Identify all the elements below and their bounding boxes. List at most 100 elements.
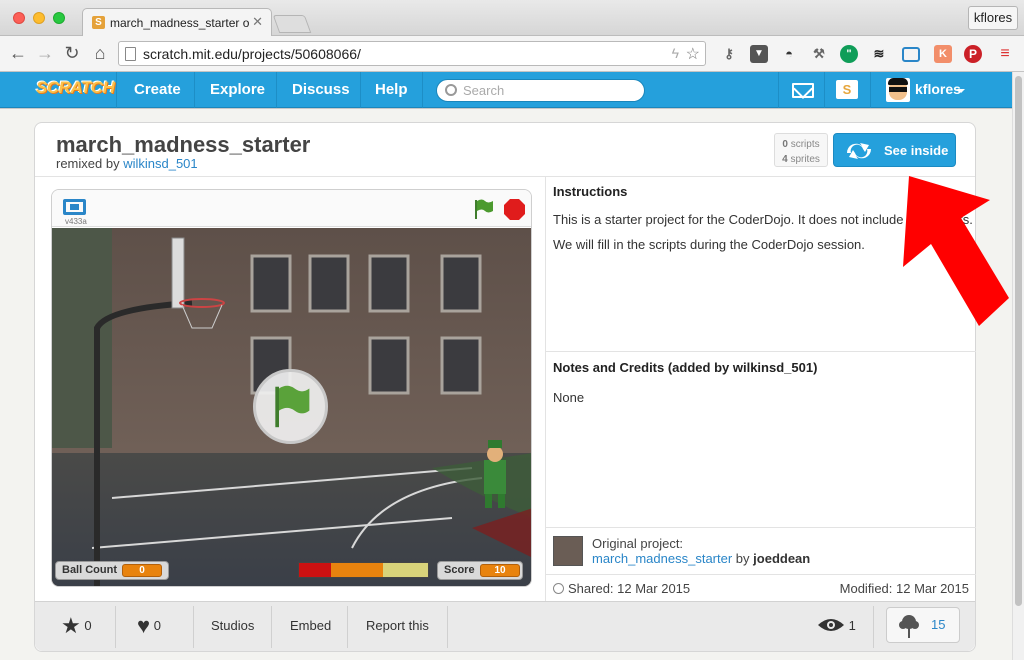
star-icon: ★: [61, 613, 81, 638]
see-inside-icon: [846, 143, 872, 159]
nav-help[interactable]: Help: [375, 81, 408, 98]
remix-count: 15: [931, 617, 946, 632]
stop-icon[interactable]: [504, 199, 525, 220]
avatar-hair: [888, 78, 908, 85]
stage-player: v433a Ball Count 0 Score 10: [51, 189, 532, 587]
shared-date-text: Shared: 12 Mar 2015: [568, 581, 691, 596]
embed-button[interactable]: Embed: [290, 602, 331, 652]
scroll-thumb[interactable]: [1015, 76, 1022, 606]
nav-divider: [116, 72, 117, 108]
love-button[interactable]: ♥ 0: [137, 602, 197, 652]
action-divider: [193, 606, 194, 648]
avatar[interactable]: [886, 78, 910, 102]
favorite-count: 0: [84, 618, 92, 633]
views-count: 1: [848, 618, 856, 633]
section-divider: [546, 574, 976, 575]
wrench-icon[interactable]: ⚒: [810, 45, 828, 63]
new-tab-button[interactable]: [272, 15, 312, 33]
notes-title: Notes and Credits (added by wilkinsd_501…: [553, 360, 818, 375]
nav-divider: [194, 72, 195, 108]
back-arrow-icon[interactable]: ←: [8, 43, 28, 63]
remixer-link[interactable]: wilkinsd_501: [123, 156, 197, 171]
browser-profile-button[interactable]: kflores: [968, 6, 1018, 30]
favorite-button[interactable]: ★ 0: [61, 602, 121, 652]
score-value: 10: [480, 564, 520, 577]
klout-icon[interactable]: K: [934, 45, 952, 63]
nav-create[interactable]: Create: [134, 81, 181, 98]
window-close-button[interactable]: [13, 12, 25, 24]
tab-close-icon[interactable]: ✕: [252, 14, 263, 30]
nav-discuss[interactable]: Discuss: [292, 81, 350, 98]
ball-count-monitor: Ball Count 0: [55, 561, 169, 580]
tab-title: march_madness_starter on: [110, 16, 250, 30]
mask-icon[interactable]: ◓: [780, 45, 798, 63]
browser-tab[interactable]: S march_madness_starter on ✕: [82, 8, 272, 36]
user-menu-caret-icon[interactable]: [957, 89, 965, 93]
browser-toolbar: ← → ↻ ⌂ scratch.mit.edu/projects/5060806…: [0, 36, 1024, 72]
nav-divider: [824, 72, 825, 108]
username[interactable]: kflores: [915, 81, 961, 97]
green-flag-icon[interactable]: [472, 198, 494, 220]
sprites-count: 4: [782, 154, 788, 165]
remix-tree-icon: [899, 615, 919, 638]
page-scrollbar[interactable]: [1012, 72, 1024, 660]
original-project-label: Original project:: [592, 536, 684, 551]
pinterest-icon[interactable]: P: [964, 45, 982, 63]
shared-date: Shared: 12 Mar 2015: [553, 581, 690, 596]
report-button[interactable]: Report this: [366, 602, 429, 652]
remix-tree-button[interactable]: 15: [886, 607, 960, 643]
original-project-line: march_madness_starter by joeddean: [592, 551, 810, 566]
nav-divider: [276, 72, 277, 108]
meter-segment-red: [299, 563, 332, 577]
window-minimize-button[interactable]: [33, 12, 45, 24]
key-icon[interactable]: ⚷: [720, 45, 738, 63]
original-author-link[interactable]: joeddean: [753, 551, 810, 566]
my-stuff-icon[interactable]: S: [836, 80, 858, 99]
see-inside-label: See inside: [884, 143, 949, 158]
fullscreen-icon[interactable]: [63, 199, 86, 215]
home-icon[interactable]: ⌂: [90, 43, 110, 63]
action-divider: [347, 606, 348, 648]
avatar-sunglasses: [889, 87, 907, 92]
address-bar[interactable]: scratch.mit.edu/projects/50608066/ ϟ ☆: [118, 41, 706, 66]
window-zoom-button[interactable]: [53, 12, 65, 24]
buffer-icon[interactable]: ≋: [870, 45, 888, 63]
messages-icon[interactable]: [792, 83, 814, 98]
project-card: march_madness_starter remixed by wilkins…: [34, 122, 976, 652]
forward-arrow-icon[interactable]: →: [35, 43, 55, 63]
bookmark-star-icon[interactable]: ☆: [686, 44, 700, 64]
stage-canvas[interactable]: Ball Count 0 Score 10: [52, 228, 531, 586]
love-count: 0: [153, 618, 161, 633]
see-inside-button[interactable]: See inside: [833, 133, 956, 167]
nav-explore[interactable]: Explore: [210, 81, 265, 98]
search-input[interactable]: [463, 81, 638, 100]
chrome-menu-icon[interactable]: ≡: [996, 45, 1014, 63]
search-icon: [445, 84, 457, 96]
lightning-icon[interactable]: ϟ: [672, 45, 679, 61]
original-project-thumbnail[interactable]: [553, 536, 583, 566]
browser-titlebar: S march_madness_starter on ✕ kflores: [0, 0, 1024, 36]
share-icon: [553, 583, 564, 594]
studios-button[interactable]: Studios: [211, 602, 254, 652]
nav-divider: [870, 72, 871, 108]
pocket-icon[interactable]: ▼: [750, 45, 768, 63]
project-title: march_madness_starter: [56, 132, 311, 157]
project-counts: 0 scripts 4 sprites: [774, 133, 828, 167]
views-counter: 1: [817, 602, 856, 652]
screen-capture-icon[interactable]: [902, 47, 920, 62]
start-green-flag-button[interactable]: [253, 369, 328, 444]
notes-text: None: [553, 390, 585, 405]
scratch-logo[interactable]: SCRATCH: [36, 78, 115, 98]
action-divider: [447, 606, 448, 648]
green-flag-icon: [275, 385, 310, 428]
url-text[interactable]: scratch.mit.edu/projects/50608066/: [143, 46, 361, 62]
stage-controls: v433a: [52, 190, 531, 227]
hangouts-icon[interactable]: ": [840, 45, 858, 63]
section-divider: [546, 527, 976, 528]
player-version: v433a: [65, 217, 87, 226]
section-divider: [546, 351, 976, 352]
search-box: [436, 79, 645, 102]
reload-icon[interactable]: ↻: [62, 43, 82, 63]
modified-date: Modified: 12 Mar 2015: [839, 581, 969, 596]
original-project-link[interactable]: march_madness_starter: [592, 551, 732, 566]
